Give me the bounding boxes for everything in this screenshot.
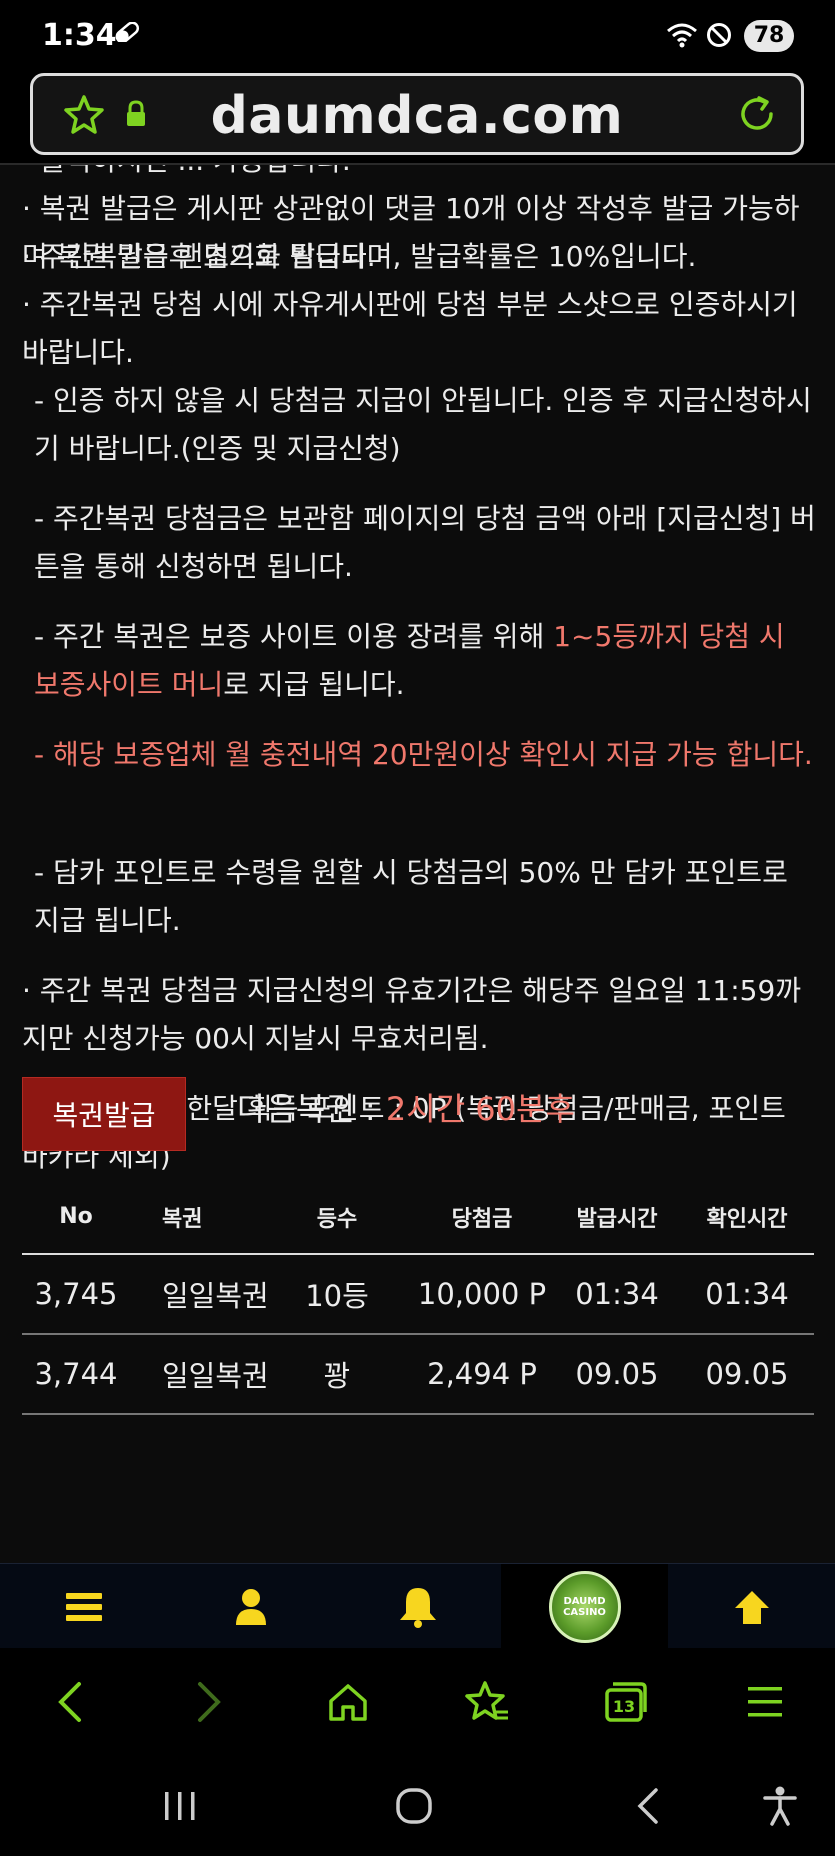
reload-icon[interactable] bbox=[735, 92, 779, 136]
rule-point-payout: - 담카 포인트로 수령을 원할 시 당첨금의 50% 만 담카 포인트로 지급… bbox=[34, 856, 788, 937]
wifi-icon bbox=[667, 23, 697, 48]
rule-claim-button: - 주간복권 당첨금은 보관함 페이지의 당첨 금액 아래 [지급신청] 버튼을… bbox=[34, 502, 816, 583]
row-issued: 09.05 bbox=[575, 1357, 659, 1391]
rule-guarantee-money: - 주간 복권은 보증 사이트 이용 장려를 위해 1~5등까지 당첨 시 보증… bbox=[22, 613, 818, 709]
row-prize: 10,000 P bbox=[417, 1277, 547, 1311]
status-bar: 1:34 78 bbox=[0, 0, 835, 70]
browser-url-bar: daumdca.com bbox=[0, 70, 835, 165]
dash: - bbox=[34, 738, 54, 771]
row-no: 3,745 bbox=[34, 1277, 118, 1311]
row-prize: 2,494 P bbox=[427, 1357, 537, 1391]
url-host: daumdca.com bbox=[210, 86, 624, 146]
system-nav-bar bbox=[0, 1756, 835, 1856]
address-field[interactable]: daumdca.com bbox=[30, 73, 804, 155]
lottery-history-table: No 복권 등수 당첨금 발급시간 확인시간 3,745 일일복권 10등 10… bbox=[22, 1180, 814, 1415]
system-back-button[interactable] bbox=[588, 1756, 708, 1856]
row-name: 일일복권 bbox=[162, 1279, 269, 1313]
rule-text: - 주간 복권은 보증 사이트 이용 장려를 위해 bbox=[34, 620, 554, 653]
tabs-icon: 13 bbox=[604, 1682, 647, 1722]
tab-count: 13 bbox=[612, 1697, 634, 1716]
col-prize: 당첨금 bbox=[451, 1206, 513, 1232]
tabs-button[interactable]: 13 bbox=[556, 1648, 695, 1756]
bookmarks-button[interactable] bbox=[417, 1648, 556, 1756]
site-bottom-bar: DAUMD CASINO bbox=[0, 1563, 835, 1649]
bell-icon bbox=[399, 1587, 436, 1628]
status-time: 1:34 bbox=[42, 18, 117, 53]
col-issued: 발급시간 bbox=[576, 1206, 658, 1232]
next-lottery-timer: 다음복권 : 2시간 60분후 bbox=[237, 1084, 575, 1130]
table-header: No 복권 등수 당첨금 발급시간 확인시간 bbox=[22, 1180, 814, 1255]
scroll-top-button[interactable] bbox=[668, 1564, 835, 1649]
pill-icon bbox=[115, 22, 140, 42]
battery-indicator: 78 bbox=[744, 20, 794, 52]
do-not-disturb-icon bbox=[707, 23, 731, 47]
hamburger-icon bbox=[747, 1687, 782, 1717]
site-notification-button[interactable] bbox=[334, 1564, 501, 1649]
rule-claim-deadline: · 주간 복권 당첨금 지급신청의 유효기간은 해당주 일요일 11:59까지만… bbox=[22, 974, 802, 1055]
forward-button[interactable] bbox=[139, 1648, 278, 1756]
arrow-up-icon bbox=[734, 1590, 769, 1624]
back-button[interactable] bbox=[0, 1648, 139, 1756]
highlight-text: 해당 보증업체 월 충전내역 20만원이상 확인시 지급 가능 합니다. bbox=[53, 738, 813, 771]
col-no: No bbox=[59, 1204, 93, 1229]
site-profile-button[interactable] bbox=[167, 1564, 334, 1649]
user-icon bbox=[235, 1588, 266, 1625]
browser-menu-button[interactable] bbox=[695, 1648, 834, 1756]
col-rank: 등수 bbox=[316, 1206, 358, 1232]
row-name: 일일복권 bbox=[162, 1359, 269, 1393]
back-icon bbox=[57, 1682, 81, 1722]
recent-apps-button[interactable] bbox=[120, 1756, 240, 1856]
site-casino-button[interactable]: DAUMD CASINO bbox=[501, 1564, 668, 1649]
row-rank: 10등 bbox=[305, 1279, 369, 1313]
rule-deposit-condition: - 해당 보증업체 월 충전내역 20만원이상 확인시 지급 가능 합니다. bbox=[22, 731, 818, 779]
rule-weekly-random: · 주간복권은 랜덤으로 발급되며, 발급확률은 10%입니다. bbox=[22, 240, 697, 273]
row-checked: 09.05 bbox=[705, 1357, 789, 1391]
bookmarks-star-icon bbox=[464, 1681, 508, 1720]
rule-proof-required: - 인증 하지 않을 시 당첨금 지급이 안됩니다. 인증 후 지급신청하시기 … bbox=[34, 384, 812, 465]
back-chevron-icon bbox=[637, 1788, 658, 1824]
next-lottery-label: 다음복권 : bbox=[237, 1090, 386, 1128]
table-row[interactable]: 3,744 일일복권 꽝 2,494 P 09.05 09.05 bbox=[22, 1335, 814, 1415]
home-icon bbox=[328, 1684, 367, 1721]
col-name: 복권 bbox=[162, 1206, 203, 1232]
circle-home-icon bbox=[396, 1788, 432, 1824]
rule-text: 로 지급 됩니다. bbox=[223, 668, 405, 701]
table-row[interactable]: 3,745 일일복권 10등 10,000 P 01:34 01:34 bbox=[22, 1255, 814, 1335]
row-no: 3,744 bbox=[34, 1357, 118, 1391]
row-issued: 01:34 bbox=[575, 1277, 659, 1311]
casino-logo: DAUMD CASINO bbox=[548, 1570, 621, 1643]
lottery-page-content: · 출석하시면 ... 가능합니다. · 복권 발급은 게시판 상관없이 댓글 … bbox=[0, 165, 835, 1563]
issue-lottery-button[interactable]: 복권발급 bbox=[22, 1077, 186, 1151]
accessibility-icon bbox=[763, 1786, 797, 1826]
menu-icon bbox=[65, 1592, 102, 1621]
forward-icon bbox=[197, 1682, 221, 1722]
rule-weekly-proof: · 주간복권 당첨 시에 자유게시판에 당첨 부분 스샷으로 인증하시기 바랍니… bbox=[22, 288, 798, 369]
system-home-button[interactable] bbox=[354, 1756, 474, 1856]
row-checked: 01:34 bbox=[705, 1277, 789, 1311]
accessibility-button[interactable] bbox=[720, 1756, 835, 1856]
col-checked: 확인시간 bbox=[706, 1206, 788, 1232]
browser-bottom-nav: 13 bbox=[0, 1648, 835, 1756]
recent-apps-icon bbox=[165, 1792, 195, 1820]
site-menu-button[interactable] bbox=[0, 1564, 167, 1649]
row-rank: 꽝 bbox=[323, 1359, 351, 1393]
cut-off-text: · 출석하시면 ... 가능합니다. bbox=[22, 165, 351, 185]
next-lottery-value: 2시간 60분후 bbox=[385, 1090, 575, 1128]
home-button[interactable] bbox=[278, 1648, 417, 1756]
